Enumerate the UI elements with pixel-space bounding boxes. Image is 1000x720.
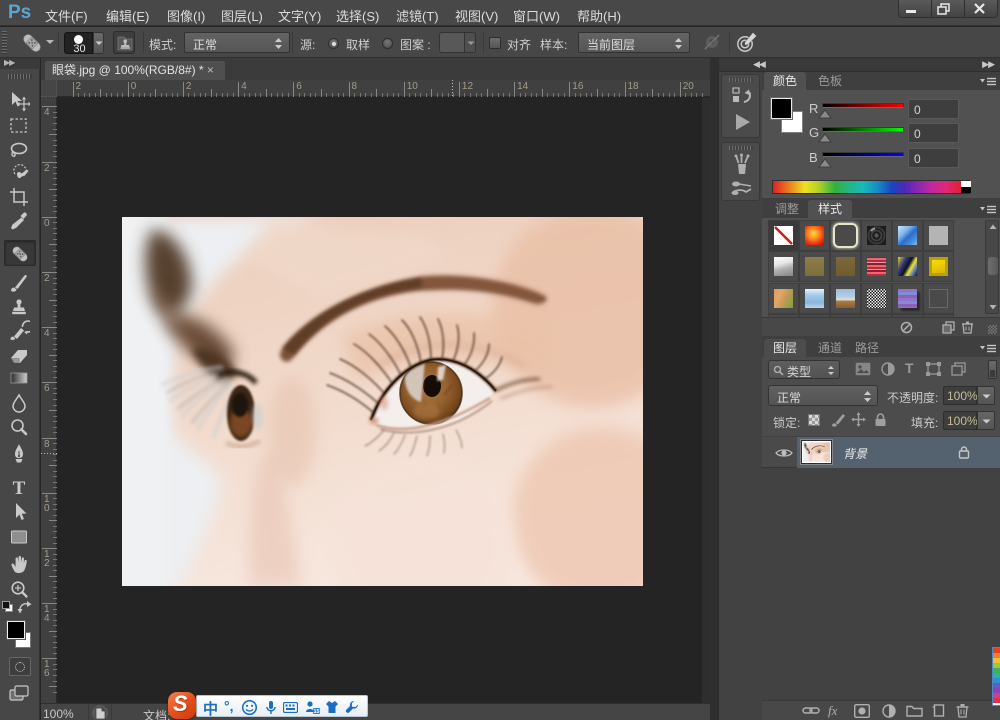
svg-text:15: 15 [313,709,319,715]
svg-text:T: T [13,478,26,499]
